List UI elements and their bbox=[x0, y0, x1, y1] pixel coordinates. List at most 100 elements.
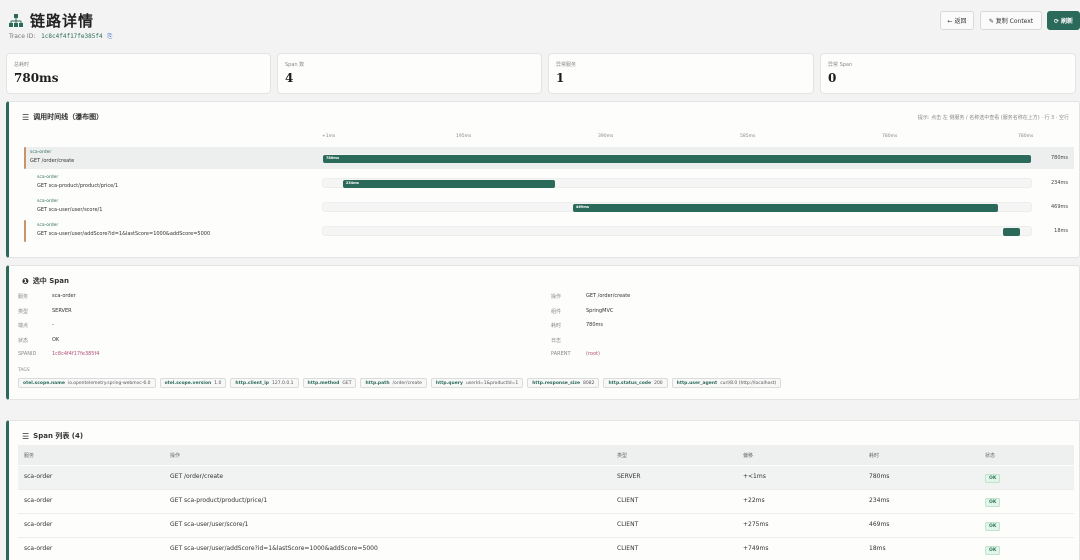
hierarchy-icon bbox=[9, 13, 23, 27]
tag-key: http.query bbox=[435, 380, 463, 386]
timeline-tick: 780ms bbox=[1018, 134, 1034, 139]
stat-value: 4 bbox=[285, 71, 294, 85]
tag-key: otel.scope.version bbox=[164, 380, 212, 386]
detail-value: sca-order bbox=[52, 293, 76, 299]
tags-label: TAGS bbox=[18, 368, 30, 373]
cell-kind: CLIENT bbox=[617, 521, 639, 528]
copy-icon[interactable]: ⎘ bbox=[108, 33, 113, 40]
cell-operation: GET sca-user/user/score/1 bbox=[170, 521, 249, 528]
detail-label: 操作 bbox=[551, 294, 562, 300]
table-row[interactable]: sca-order GET sca-user/user/addScore?id=1… bbox=[18, 538, 1074, 560]
table-row[interactable]: sca-order GET sca-user/user/score/1 CLIENT… bbox=[18, 514, 1074, 538]
cell-offset: +275ms bbox=[743, 521, 769, 528]
tag-value: userId=1&productId=1 bbox=[465, 380, 519, 386]
span-id-link[interactable]: 1c8c4f4f17fe385f4 bbox=[52, 351, 99, 357]
tag-key: http.status_code bbox=[608, 380, 652, 386]
detail-value: 780ms bbox=[586, 322, 604, 328]
table-row[interactable]: sca-order GET /order/create SERVER +<1ms 780… bbox=[18, 466, 1074, 490]
tag-key: http.client_ip bbox=[235, 380, 270, 386]
parent-span-link[interactable]: (root) bbox=[586, 351, 600, 357]
bar-label: 234ms bbox=[345, 181, 359, 185]
list-icon: ☰ bbox=[22, 112, 30, 122]
tag-value: 8082 bbox=[583, 380, 595, 386]
tag-value: GET bbox=[342, 380, 352, 386]
timeline-tick: 390ms bbox=[598, 134, 614, 139]
stat-label: 总耗时 bbox=[14, 62, 30, 68]
detail-label: 服务 bbox=[18, 294, 29, 300]
duration-bar[interactable]: 780ms bbox=[323, 155, 1031, 163]
row-duration: 18ms bbox=[1054, 228, 1068, 234]
cell-duration: 234ms bbox=[869, 497, 890, 504]
tag-key: http.method bbox=[307, 380, 340, 386]
trace-id-label: Trace ID: bbox=[9, 33, 36, 40]
tag-chip: otel.scope.version 1.0 bbox=[159, 378, 227, 388]
copy-context-button[interactable]: ✎ 复制 Context bbox=[980, 11, 1042, 30]
timeline-row[interactable]: sca-order GET /order/create 780ms 780ms bbox=[24, 147, 1074, 169]
bar-label: 469ms bbox=[575, 205, 589, 209]
cell-operation: GET /order/create bbox=[170, 473, 224, 480]
cell-offset: +749ms bbox=[743, 545, 769, 552]
back-button[interactable]: ← 返回 bbox=[940, 11, 974, 30]
timeline-track bbox=[322, 226, 1032, 236]
tag-key: http.user_agent bbox=[676, 380, 718, 386]
tag-list: otel.scope.name io.opentelemetry.spring-w… bbox=[18, 378, 782, 388]
title-group: 链路详情 bbox=[9, 10, 94, 31]
row-service: sca-order bbox=[37, 175, 59, 180]
timeline-track: 234ms bbox=[322, 178, 1032, 188]
column-header: 状态 bbox=[985, 453, 996, 459]
tag-key: http.path bbox=[365, 380, 390, 386]
span-detail-title-text: 选中 Span bbox=[32, 277, 69, 285]
cell-service: sca-order bbox=[24, 545, 53, 552]
cell-kind: SERVER bbox=[617, 473, 641, 480]
duration-bar[interactable]: 234ms bbox=[342, 180, 556, 188]
tag-value: 1.0 bbox=[214, 380, 222, 386]
stat-label: 异常服务 bbox=[556, 62, 577, 68]
cell-service: sca-order bbox=[24, 473, 53, 480]
timeline-tick: 585ms bbox=[740, 134, 756, 139]
tag-chip: http.path/order/create bbox=[360, 378, 427, 388]
detail-value: GET /order/create bbox=[586, 293, 631, 299]
tag-chip: http.status_code 200 bbox=[603, 378, 668, 388]
page-title: 链路详情 bbox=[30, 12, 95, 30]
stat-card-error-spans: 异常 Span 0 bbox=[820, 53, 1076, 94]
tag-chip: http.response_size 8082 bbox=[527, 378, 600, 388]
column-header: 耗时 bbox=[869, 453, 880, 459]
table-row[interactable]: sca-order GET sca-product/product/price/1… bbox=[18, 490, 1074, 514]
cell-service: sca-order bbox=[24, 521, 53, 528]
status-badge: OK bbox=[985, 474, 1001, 483]
cell-offset: +<1ms bbox=[743, 473, 766, 480]
tag-key: otel.scope.name bbox=[23, 380, 65, 386]
detail-value: OK bbox=[52, 337, 60, 343]
span-list-title-text: Span 列表 (4) bbox=[33, 432, 84, 440]
cell-operation: GET sca-user/user/addScore?id=1&lastScor… bbox=[170, 545, 378, 552]
row-operation: GET /order/create bbox=[30, 158, 75, 164]
row-operation: GET sca-user/user/score/1 bbox=[37, 207, 103, 213]
span-list-title: ☰ Span 列表 (4) bbox=[22, 431, 83, 441]
detail-label: 类型 bbox=[18, 309, 29, 315]
duration-bar[interactable] bbox=[1003, 228, 1020, 236]
cell-duration: 780ms bbox=[869, 473, 890, 480]
row-duration: 469ms bbox=[1050, 204, 1068, 210]
cell-duration: 469ms bbox=[869, 521, 890, 528]
trace-id-value: 1c8c4f4f17fe385f4 bbox=[41, 33, 103, 40]
detail-label: 组件 bbox=[551, 309, 562, 315]
cell-operation: GET sca-product/product/price/1 bbox=[170, 497, 268, 504]
timeline-hint: 提示: 点击 左 侧服务 / 名称选中查看 (服务名称在上方) · 行 3 · … bbox=[917, 115, 1069, 121]
status-badge: OK bbox=[985, 498, 1001, 507]
row-duration: 234ms bbox=[1050, 180, 1068, 186]
page-header: 链路详情 Trace ID: 1c8c4f4f17fe385f4 ⎘ ← 返回 … bbox=[0, 0, 1080, 48]
tag-value: 200 bbox=[654, 380, 663, 386]
duration-bar[interactable]: 469ms bbox=[572, 204, 999, 212]
status-badge: OK bbox=[985, 522, 1001, 531]
cell-offset: +22ms bbox=[743, 497, 765, 504]
stat-value: 1 bbox=[556, 71, 565, 85]
timeline-row[interactable]: sca-order GET sca-product/product/price/1… bbox=[24, 172, 1074, 194]
refresh-button[interactable]: ⟳ 刷新 bbox=[1047, 11, 1080, 30]
timeline-row[interactable]: sca-order GET sca-user/user/addScore?id=1… bbox=[24, 220, 1074, 242]
stat-value: 780ms bbox=[14, 71, 59, 85]
status-badge: OK bbox=[985, 546, 1001, 555]
row-service: sca-order bbox=[37, 199, 59, 204]
timeline-row[interactable]: sca-order GET sca-user/user/score/1 469ms 4… bbox=[24, 196, 1074, 218]
cell-duration: 18ms bbox=[869, 545, 886, 552]
tag-chip: otel.scope.name io.opentelemetry.spring-w… bbox=[18, 378, 156, 388]
